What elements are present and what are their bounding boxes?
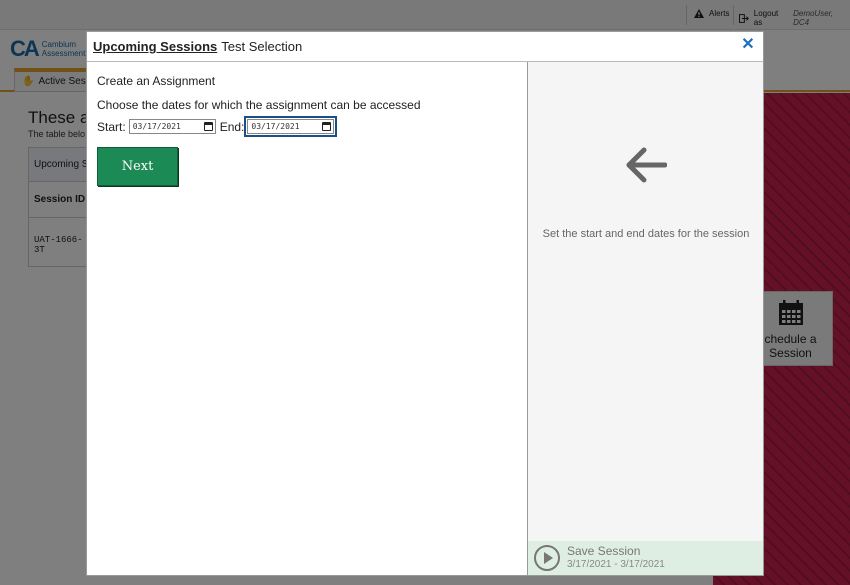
save-session-button[interactable]: Save Session 3/17/2021 - 3/17/2021 <box>528 541 763 575</box>
modal-title: Test Selection <box>221 39 303 54</box>
modal-title-link[interactable]: Upcoming Sessions <box>93 39 217 54</box>
choose-dates-label: Choose the dates for which the assignmen… <box>97 98 421 112</box>
left-arrow-icon <box>625 146 668 184</box>
save-session-dates: 3/17/2021 - 3/17/2021 <box>567 559 665 570</box>
save-session-text: Save Session 3/17/2021 - 3/17/2021 <box>567 545 665 571</box>
end-date-input[interactable]: 03/17/2021 <box>244 116 338 137</box>
end-date-value: 03/17/2021 <box>251 122 300 131</box>
start-date-input[interactable]: 03/17/2021 <box>128 119 216 134</box>
next-button[interactable]: Next <box>97 147 178 186</box>
close-icon[interactable]: ✕ <box>741 37 755 53</box>
start-label: Start: <box>97 119 126 134</box>
play-icon <box>534 545 560 571</box>
modal-header: Upcoming Sessions Test Selection ✕ <box>87 32 763 62</box>
save-session-title: Save Session <box>567 544 641 558</box>
instructions-pane: Set the start and end dates for the sess… <box>527 62 763 575</box>
end-label: End: <box>219 119 245 134</box>
calendar-picker-icon[interactable] <box>203 122 213 131</box>
start-date-value: 03/17/2021 <box>132 122 181 131</box>
calendar-picker-icon[interactable] <box>322 122 332 131</box>
assignment-form: Create an Assignment Choose the dates fo… <box>87 62 527 575</box>
test-selection-modal: Upcoming Sessions Test Selection ✕ Creat… <box>86 31 764 576</box>
date-range-row: Start: 03/17/2021 End: 03/17/2021 <box>97 116 338 137</box>
instruction-text: Set the start and end dates for the sess… <box>542 228 750 240</box>
create-assignment-label: Create an Assignment <box>97 74 216 88</box>
